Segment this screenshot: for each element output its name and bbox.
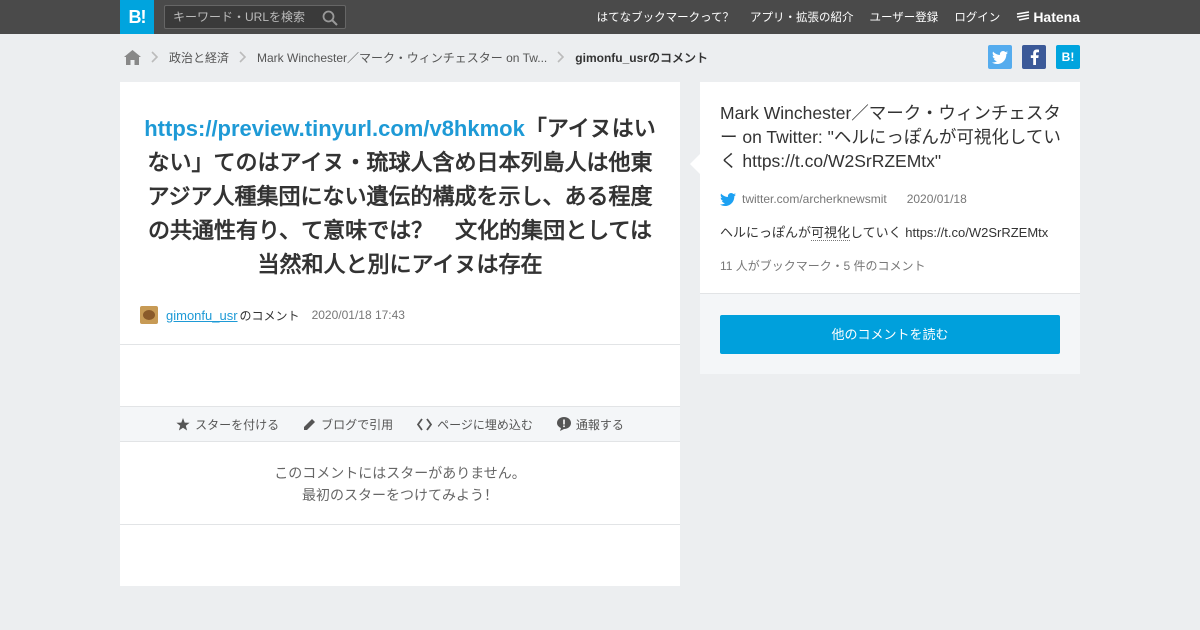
share-buttons: B! (978, 45, 1080, 69)
comment-link[interactable]: https://preview.tinyurl.com/v8hkmok (144, 116, 525, 141)
report-icon (556, 417, 571, 431)
breadcrumb: 政治と経済 Mark Winchester／マーク・ウィンチェスター on Tw… (124, 46, 708, 68)
search-icon[interactable] (322, 10, 338, 26)
entry-source: twitter.com/archerknewsmit 2020/01/18 (720, 192, 967, 206)
facebook-share-button[interactable] (1022, 45, 1046, 69)
code-icon (417, 417, 433, 431)
entry-date: 2020/01/18 (906, 192, 967, 206)
add-star-button[interactable]: スターを付ける (176, 416, 279, 433)
entry-desc-highlight[interactable]: 可視化 (811, 225, 851, 241)
comment-user-suffix: のコメント (239, 308, 300, 323)
blog-quote-button[interactable]: ブログで引用 (303, 416, 393, 433)
facebook-icon (1030, 49, 1039, 65)
hatena-bookmark-logo[interactable]: B! (120, 0, 154, 34)
star-icon (176, 417, 190, 430)
comment-body: https://preview.tinyurl.com/v8hkmok「アイヌは… (140, 112, 660, 282)
breadcrumb-entry[interactable]: Mark Winchester／マーク・ウィンチェスター on Tw... (257, 49, 547, 66)
avatar[interactable] (140, 306, 158, 324)
chevron-right-icon (151, 51, 159, 63)
twitter-icon (992, 50, 1008, 64)
breadcrumb-category[interactable]: 政治と経済 (169, 49, 229, 66)
breadcrumb-current: gimonfu_usrのコメント (575, 50, 708, 65)
comment-date: 2020/01/18 17:43 (311, 308, 405, 322)
comment-meta: gimonfu_usr のコメント 2020/01/18 17:43 (140, 306, 405, 324)
entry-info: Mark Winchester／マーク・ウィンチェスター on Twitter:… (690, 82, 1080, 294)
hatena-brand[interactable]: Hatena (1016, 9, 1080, 25)
add-star-label: スターを付ける (195, 417, 280, 432)
nav-apps[interactable]: アプリ・拡張の紹介 (750, 9, 854, 25)
twitter-icon (720, 192, 736, 206)
pencil-icon (304, 418, 316, 430)
comment-card: https://preview.tinyurl.com/v8hkmok「アイヌは… (120, 82, 680, 586)
chevron-right-icon (239, 51, 247, 63)
entry-title[interactable]: Mark Winchester／マーク・ウィンチェスター on Twitter:… (720, 101, 1065, 173)
top-bar: B! はてなブックマークって？ アプリ・拡張の紹介 ユーザー登録 ログイン Ha… (0, 0, 1200, 34)
nav-register[interactable]: ユーザー登録 (870, 9, 939, 25)
nav-login[interactable]: ログイン (954, 9, 1000, 25)
hatena-share-button[interactable]: B! (1056, 45, 1080, 69)
blog-quote-label: ブログで引用 (321, 417, 394, 432)
comment-actions: スターを付ける ブログで引用 ページに埋め込む 通報する (120, 406, 680, 442)
embed-label: ページに埋め込む (437, 417, 533, 432)
search-box (164, 5, 346, 29)
no-star-message: このコメントにはスターがありません。 最初のスターをつけてみよう！ (120, 462, 680, 506)
divider (120, 344, 680, 345)
no-star-line2: 最初のスターをつけてみよう！ (302, 487, 498, 503)
hatena-logo-icon (1017, 11, 1030, 21)
entry-desc-before: ヘルにっぽんが (720, 225, 812, 240)
entry-description: ヘルにっぽんが可視化していく https://t.co/W2SrRZEMtx (720, 222, 1048, 241)
no-star-line1: このコメントにはスターがありません。 (274, 465, 526, 481)
twitter-share-button[interactable] (988, 45, 1012, 69)
home-icon[interactable] (124, 49, 141, 65)
nav-about[interactable]: はてなブックマークって？ (597, 9, 734, 25)
search-input[interactable] (165, 6, 315, 28)
comment-user[interactable]: gimonfu_usr (166, 308, 238, 323)
report-label: 通報する (575, 417, 624, 432)
entry-desc-after: していく https://t.co/W2SrRZEMtx (850, 225, 1049, 240)
entry-source-domain[interactable]: twitter.com/archerknewsmit (742, 192, 887, 206)
entry-card: Mark Winchester／マーク・ウィンチェスター on Twitter:… (690, 82, 1080, 374)
divider (120, 524, 680, 525)
top-nav: はてなブックマークって？ アプリ・拡張の紹介 ユーザー登録 ログイン Haten… (581, 0, 1080, 34)
entry-stats[interactable]: 11 人がブックマーク・5 件のコメント (720, 257, 926, 274)
chevron-right-icon (557, 51, 565, 63)
read-more-comments-button[interactable]: 他のコメントを読む (720, 315, 1060, 354)
embed-button[interactable]: ページに埋め込む (417, 416, 533, 433)
card-pointer (690, 154, 700, 174)
report-button[interactable]: 通報する (556, 416, 624, 433)
hatena-brand-label: Hatena (1033, 9, 1080, 25)
